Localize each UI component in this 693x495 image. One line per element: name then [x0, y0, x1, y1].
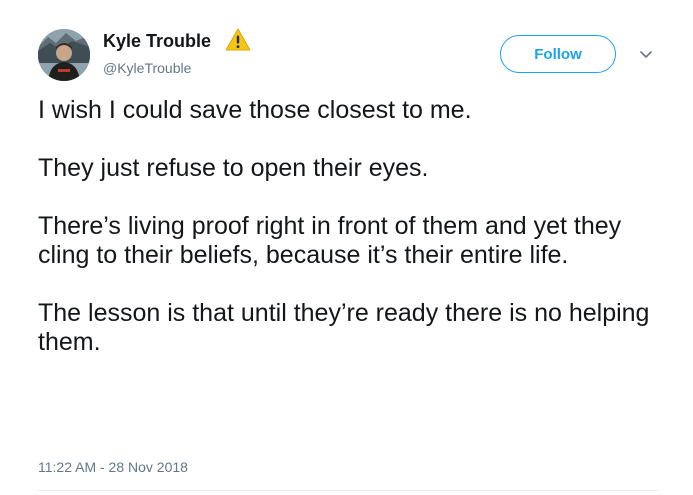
follow-button[interactable]: Follow — [500, 35, 616, 73]
tweet-card: Kyle Trouble @KyleTrouble Follow I wish … — [0, 0, 693, 495]
avatar[interactable] — [38, 29, 90, 81]
divider — [38, 490, 658, 491]
tweet-text: I wish I could save those closest to me.… — [38, 96, 658, 386]
tweet-paragraph: There’s living proof right in front of t… — [38, 212, 622, 269]
chevron-down-icon[interactable] — [639, 47, 653, 58]
display-name[interactable]: Kyle Trouble — [103, 31, 211, 52]
tweet-paragraph: The lesson is that until they’re ready t… — [38, 299, 650, 356]
tweet-paragraph: I wish I could save those closest to me. — [38, 96, 472, 124]
tweet-paragraph: They just refuse to open their eyes. — [38, 154, 429, 182]
username[interactable]: @KyleTrouble — [103, 60, 191, 76]
timestamp[interactable]: 11:22 AM - 28 Nov 2018 — [38, 459, 188, 475]
warning-icon — [225, 28, 251, 52]
